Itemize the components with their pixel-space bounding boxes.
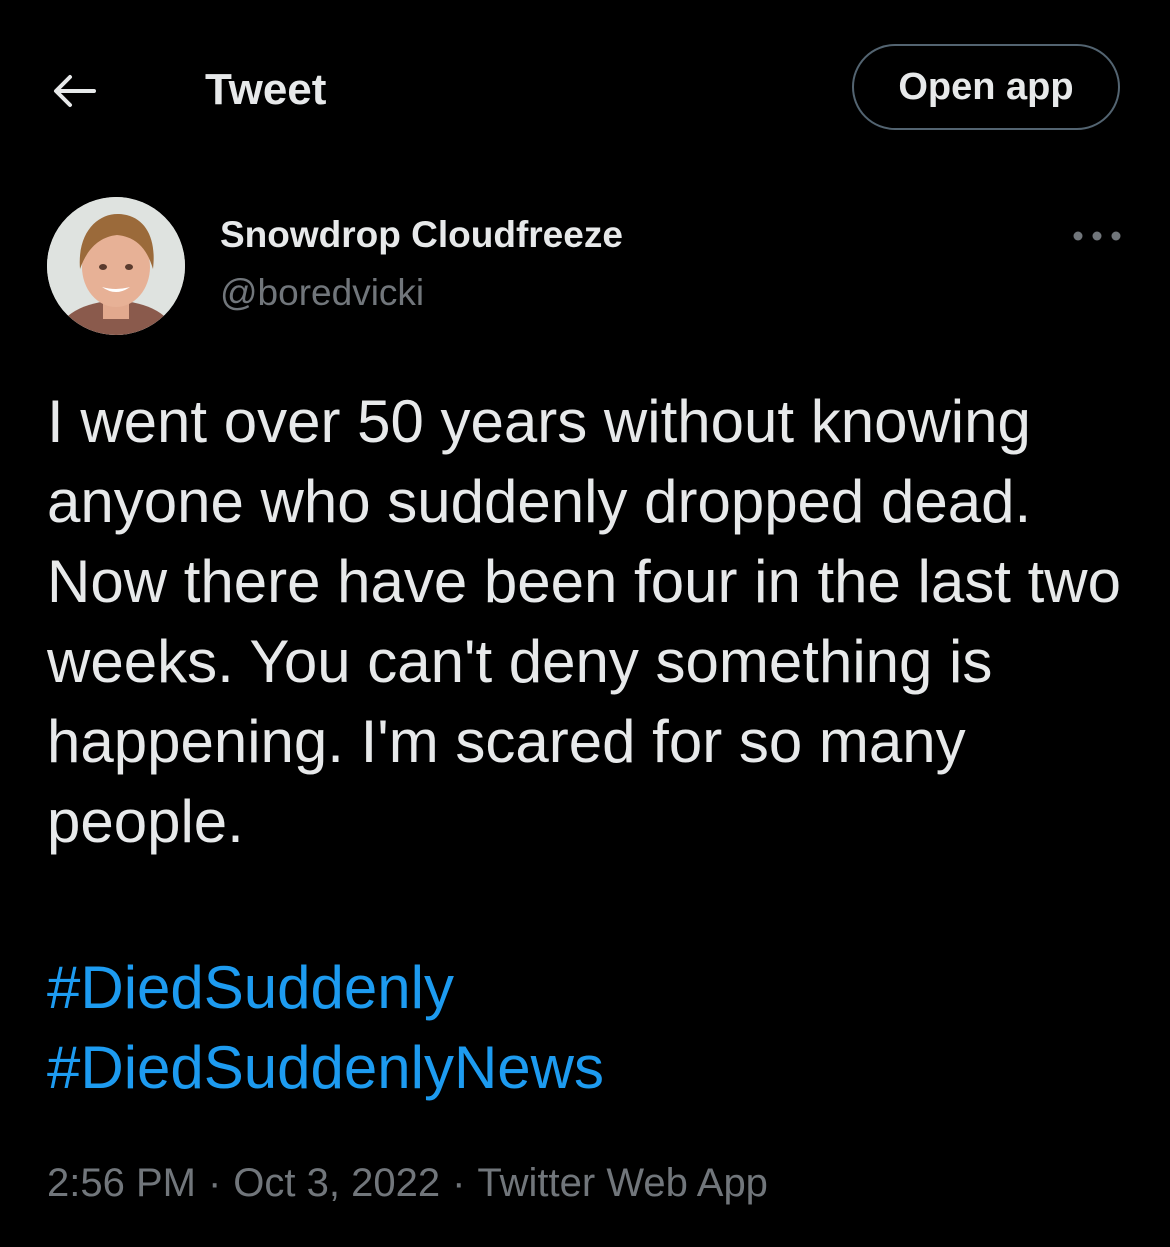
avatar[interactable] — [47, 197, 185, 335]
profile-photo — [47, 197, 185, 335]
top-bar: Tweet Open app — [0, 0, 1170, 180]
tweet-date[interactable]: Oct 3, 2022 — [233, 1161, 440, 1205]
more-horizontal-icon — [1073, 231, 1121, 241]
tweet-source[interactable]: Twitter Web App — [477, 1161, 768, 1205]
tweet-time[interactable]: 2:56 PM — [47, 1161, 196, 1205]
more-options-button[interactable] — [1070, 218, 1124, 254]
hashtag-link[interactable]: #DiedSuddenly — [47, 948, 604, 1028]
hashtag-link[interactable]: #DiedSuddenlyNews — [47, 1028, 604, 1108]
tweet-metadata: 2:56 PM · Oct 3, 2022 · Twitter Web App — [47, 1158, 768, 1208]
page-title: Tweet — [205, 65, 327, 114]
hashtag-list: #DiedSuddenly #DiedSuddenlyNews — [47, 948, 604, 1108]
open-app-button[interactable]: Open app — [852, 44, 1120, 130]
author-display-name[interactable]: Snowdrop Cloudfreeze — [220, 212, 623, 258]
separator: · — [452, 1161, 466, 1205]
author-handle[interactable]: @boredvicki — [220, 270, 424, 316]
tweet-text: I went over 50 years without knowing any… — [47, 388, 1121, 855]
separator: · — [207, 1161, 222, 1205]
arrow-left-icon — [54, 75, 96, 107]
back-button[interactable] — [46, 66, 102, 116]
